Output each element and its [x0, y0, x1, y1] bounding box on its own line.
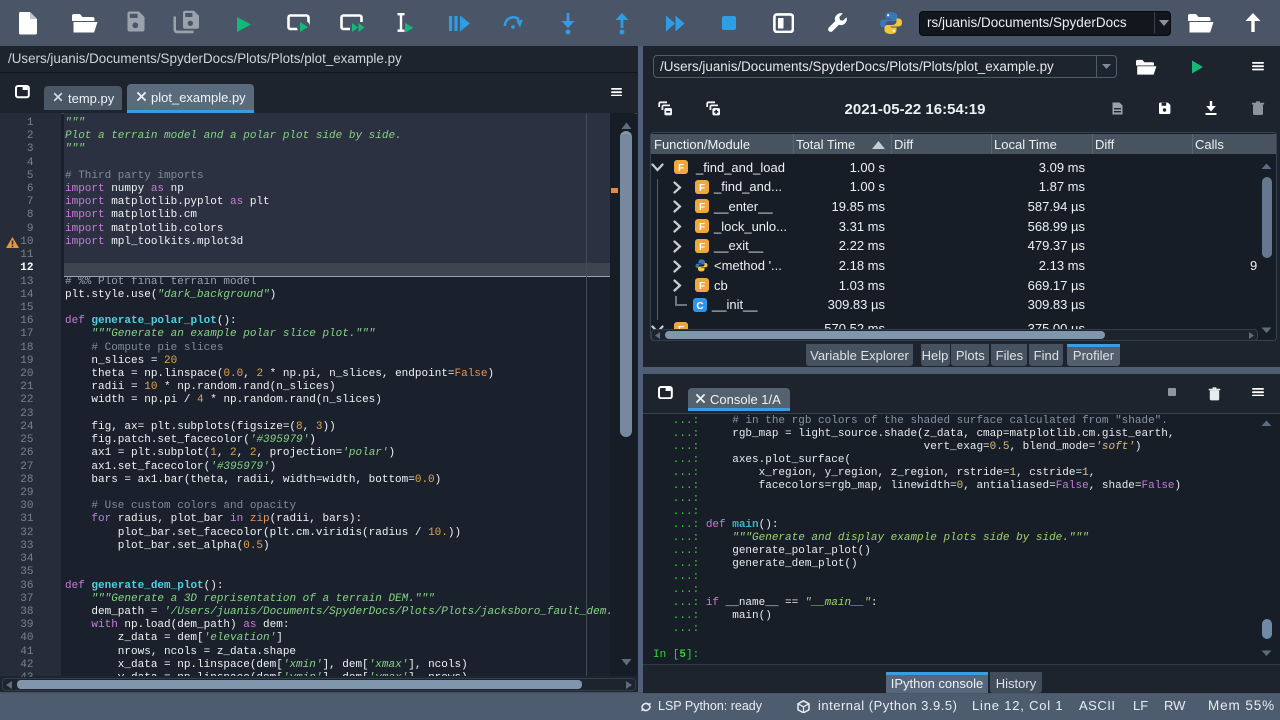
svg-text:F: F [699, 222, 705, 233]
svg-text:F: F [678, 163, 684, 174]
svg-text:C: C [696, 301, 703, 312]
svg-text:F: F [699, 242, 705, 253]
svg-text:F: F [699, 281, 705, 292]
svg-text:F: F [699, 202, 705, 213]
svg-text:F: F [699, 182, 705, 193]
